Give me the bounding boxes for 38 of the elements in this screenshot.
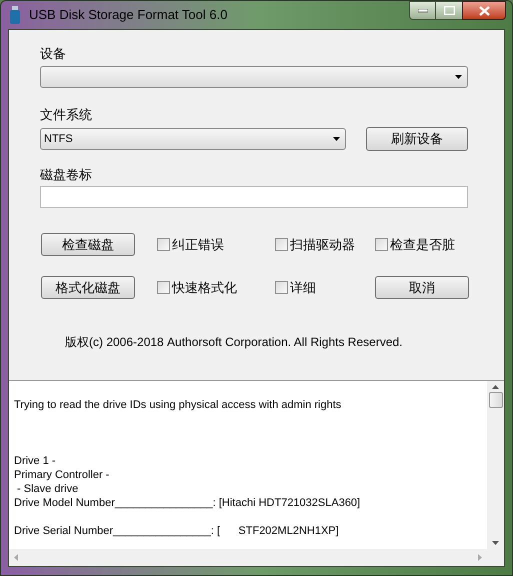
window-title: USB Disk Storage Format Tool 6.0 [29,6,228,24]
close-button[interactable] [462,1,506,20]
field-label: 文件系统 [40,106,93,124]
scroll-thumb[interactable] [488,392,502,408]
dropdown-arrow-icon [455,75,462,79]
log-text: Trying to read the drive IDs using physical access with admin rights Drive 1 - Primary Controller - - Slave drive Drive Model Number________________: [Hitachi HDT721032SLA360] Drive Serial Number________________: [ STF202ML2NH1XP] [13,398,362,539]
scroll-right-icon [478,554,482,561]
checkbox-label: 快速格式化 [172,278,237,297]
file-system-dropdown[interactable]: NTFS [40,128,346,150]
checkbox[interactable] [157,281,170,294]
checkbox[interactable] [275,238,288,251]
checkbox-label: 扫描驱动器 [290,236,355,254]
maximize-icon [444,6,454,15]
volume-label-field[interactable] [40,186,468,208]
minimize-button[interactable] [409,1,436,20]
checkbox[interactable] [275,281,288,294]
checkbox-label: 检查是否脏 [390,236,455,254]
action-button[interactable]: 格式化磁盘 [41,276,135,299]
scroll-down-icon [492,541,499,545]
copyright-text: 版权(c) 2006-2018 Authorsoft Corporation. All Rights Reserved. [65,334,404,351]
dropdown-arrow-icon [333,137,340,141]
checkbox[interactable] [157,238,170,251]
vertical-scrollbar[interactable] [487,381,504,549]
checkbox-label: 详细 [290,278,316,297]
refresh-button[interactable]: 刷新设备 [366,127,468,151]
checkbox-label: 纠正错误 [172,236,224,254]
scroll-up-icon [492,385,499,389]
scroll-left-icon [14,554,18,561]
close-icon [478,6,490,16]
device-dropdown[interactable] [40,66,468,88]
field-label: 设备 [40,45,67,63]
usb-drive-icon [9,6,21,24]
cancel-button[interactable]: 取消 [375,276,469,299]
action-button[interactable]: 检查磁盘 [41,233,135,256]
checkbox[interactable] [375,238,388,251]
minimize-icon [418,8,428,12]
maximize-button[interactable] [436,1,462,20]
field-label: 磁盘卷标 [40,166,93,184]
